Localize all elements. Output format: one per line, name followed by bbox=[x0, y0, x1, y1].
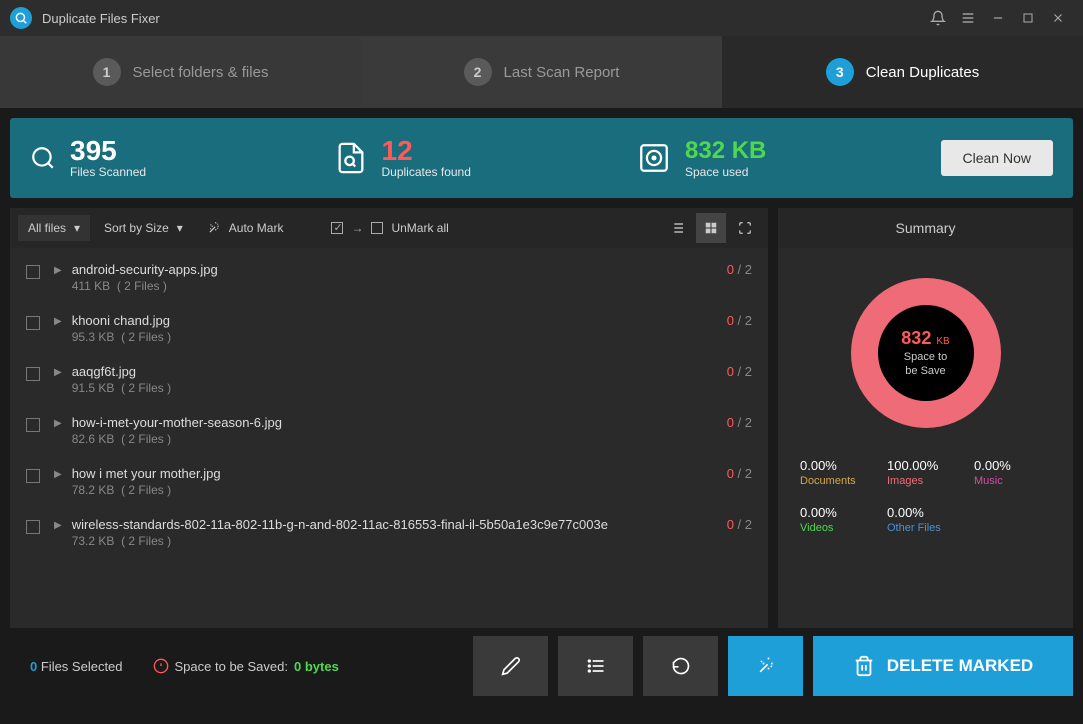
expand-arrow-icon[interactable]: ▶ bbox=[54, 367, 62, 378]
delete-marked-button[interactable]: DELETE MARKED bbox=[813, 636, 1073, 696]
list-view-button[interactable] bbox=[662, 213, 692, 243]
checkbox[interactable] bbox=[26, 367, 40, 381]
titlebar: Duplicate Files Fixer bbox=[0, 0, 1083, 36]
menu-icon[interactable] bbox=[953, 3, 983, 33]
checkbox[interactable] bbox=[26, 469, 40, 483]
filter-dropdown[interactable]: All files ▾ bbox=[18, 215, 90, 241]
file-name: how i met your mother.jpg bbox=[72, 466, 727, 481]
marked-count: 0 / 2 bbox=[727, 466, 752, 481]
close-button[interactable] bbox=[1043, 3, 1073, 33]
stats-bar: 395 Files Scanned 12 Duplicates found 83… bbox=[10, 118, 1073, 198]
file-meta: 411 KB ( 2 Files ) bbox=[72, 279, 727, 293]
marked-count: 0 / 2 bbox=[727, 415, 752, 430]
file-list-panel: All files ▾ Sort by Size ▾ Auto Mark ✓ →… bbox=[10, 208, 768, 628]
step-tabs: 1 Select folders & files 2 Last Scan Rep… bbox=[0, 36, 1083, 108]
file-name: android-security-apps.jpg bbox=[72, 262, 727, 277]
file-group-row[interactable]: ▶ android-security-apps.jpg 411 KB ( 2 F… bbox=[10, 252, 768, 303]
stat-duplicates: 12 Duplicates found bbox=[334, 137, 638, 179]
step-clean-duplicates[interactable]: 3 Clean Duplicates bbox=[722, 36, 1083, 108]
file-meta: 82.6 KB ( 2 Files ) bbox=[72, 432, 727, 446]
stat-space: 832 KB Space used bbox=[637, 137, 941, 179]
expand-arrow-icon[interactable]: ▶ bbox=[54, 520, 62, 531]
category-stat: 0.00%Videos bbox=[800, 505, 877, 534]
grid-view-button[interactable] bbox=[696, 213, 726, 243]
fullscreen-button[interactable] bbox=[730, 213, 760, 243]
wizard-button[interactable] bbox=[728, 636, 803, 696]
automark-button[interactable]: Auto Mark bbox=[197, 215, 294, 241]
warning-icon bbox=[153, 658, 169, 674]
maximize-button[interactable] bbox=[1013, 3, 1043, 33]
unmark-all-button[interactable]: ✓ → UnMark all bbox=[321, 215, 458, 241]
category-stat: 0.00%Other Files bbox=[887, 505, 964, 534]
empty-box-icon bbox=[371, 222, 383, 234]
expand-arrow-icon[interactable]: ▶ bbox=[54, 418, 62, 429]
app-title: Duplicate Files Fixer bbox=[42, 11, 160, 26]
checkbox[interactable] bbox=[26, 316, 40, 330]
file-meta: 73.2 KB ( 2 Files ) bbox=[72, 534, 727, 548]
step-select-folders[interactable]: 1 Select folders & files bbox=[0, 36, 361, 108]
summary-panel: Summary 832 KB Space tobe Save 0.00%Docu… bbox=[778, 208, 1073, 628]
expand-arrow-icon[interactable]: ▶ bbox=[54, 316, 62, 327]
trash-icon bbox=[853, 655, 875, 677]
file-meta: 78.2 KB ( 2 Files ) bbox=[72, 483, 727, 497]
sort-dropdown[interactable]: Sort by Size ▾ bbox=[94, 215, 193, 241]
clean-now-button[interactable]: Clean Now bbox=[941, 140, 1053, 176]
disk-icon bbox=[637, 141, 671, 175]
file-group-row[interactable]: ▶ how-i-met-your-mother-season-6.jpg 82.… bbox=[10, 405, 768, 456]
marked-count: 0 / 2 bbox=[727, 364, 752, 379]
donut-chart: 832 KB Space tobe Save bbox=[851, 278, 1001, 428]
marked-count: 0 / 2 bbox=[727, 313, 752, 328]
file-group-row[interactable]: ▶ wireless-standards-802-11a-802-11b-g-n… bbox=[10, 507, 768, 558]
wand-icon bbox=[207, 221, 221, 235]
step-last-scan[interactable]: 2 Last Scan Report bbox=[361, 36, 722, 108]
file-name: khooni chand.jpg bbox=[72, 313, 727, 328]
expand-arrow-icon[interactable]: ▶ bbox=[54, 265, 62, 276]
category-stat: 0.00%Music bbox=[974, 458, 1051, 487]
file-meta: 91.5 KB ( 2 Files ) bbox=[72, 381, 727, 395]
undo-button[interactable] bbox=[643, 636, 718, 696]
marked-count: 0 / 2 bbox=[727, 517, 752, 532]
stat-scanned: 395 Files Scanned bbox=[30, 137, 334, 179]
checkbox[interactable] bbox=[26, 265, 40, 279]
category-stat: 0.00%Documents bbox=[800, 458, 877, 487]
expand-arrow-icon[interactable]: ▶ bbox=[54, 469, 62, 480]
file-name: aaqgf6t.jpg bbox=[72, 364, 727, 379]
footer-info: 0 Files Selected Space to be Saved: 0 by… bbox=[10, 658, 463, 674]
file-group-row[interactable]: ▶ how i met your mother.jpg 78.2 KB ( 2 … bbox=[10, 456, 768, 507]
app-logo-icon bbox=[10, 7, 32, 29]
minimize-button[interactable] bbox=[983, 3, 1013, 33]
file-name: how-i-met-your-mother-season-6.jpg bbox=[72, 415, 727, 430]
marked-count: 0 / 2 bbox=[727, 262, 752, 277]
notifications-icon[interactable] bbox=[923, 3, 953, 33]
search-icon bbox=[30, 145, 56, 171]
checkbox[interactable] bbox=[26, 418, 40, 432]
file-name: wireless-standards-802-11a-802-11b-g-n-a… bbox=[72, 517, 727, 532]
checkbox[interactable] bbox=[26, 520, 40, 534]
list-button[interactable] bbox=[558, 636, 633, 696]
file-group-row[interactable]: ▶ aaqgf6t.jpg 91.5 KB ( 2 Files ) 0 / 2 bbox=[10, 354, 768, 405]
edit-button[interactable] bbox=[473, 636, 548, 696]
duplicate-files-icon bbox=[334, 141, 368, 175]
footer: 0 Files Selected Space to be Saved: 0 by… bbox=[10, 636, 1073, 696]
chevron-down-icon: ▾ bbox=[177, 221, 183, 235]
file-meta: 95.3 KB ( 2 Files ) bbox=[72, 330, 727, 344]
chevron-down-icon: ▾ bbox=[74, 221, 80, 235]
checked-box-icon: ✓ bbox=[331, 222, 343, 234]
category-stat: 100.00%Images bbox=[887, 458, 964, 487]
file-group-row[interactable]: ▶ khooni chand.jpg 95.3 KB ( 2 Files ) 0… bbox=[10, 303, 768, 354]
summary-title: Summary bbox=[778, 208, 1073, 248]
list-toolbar: All files ▾ Sort by Size ▾ Auto Mark ✓ →… bbox=[10, 208, 768, 248]
